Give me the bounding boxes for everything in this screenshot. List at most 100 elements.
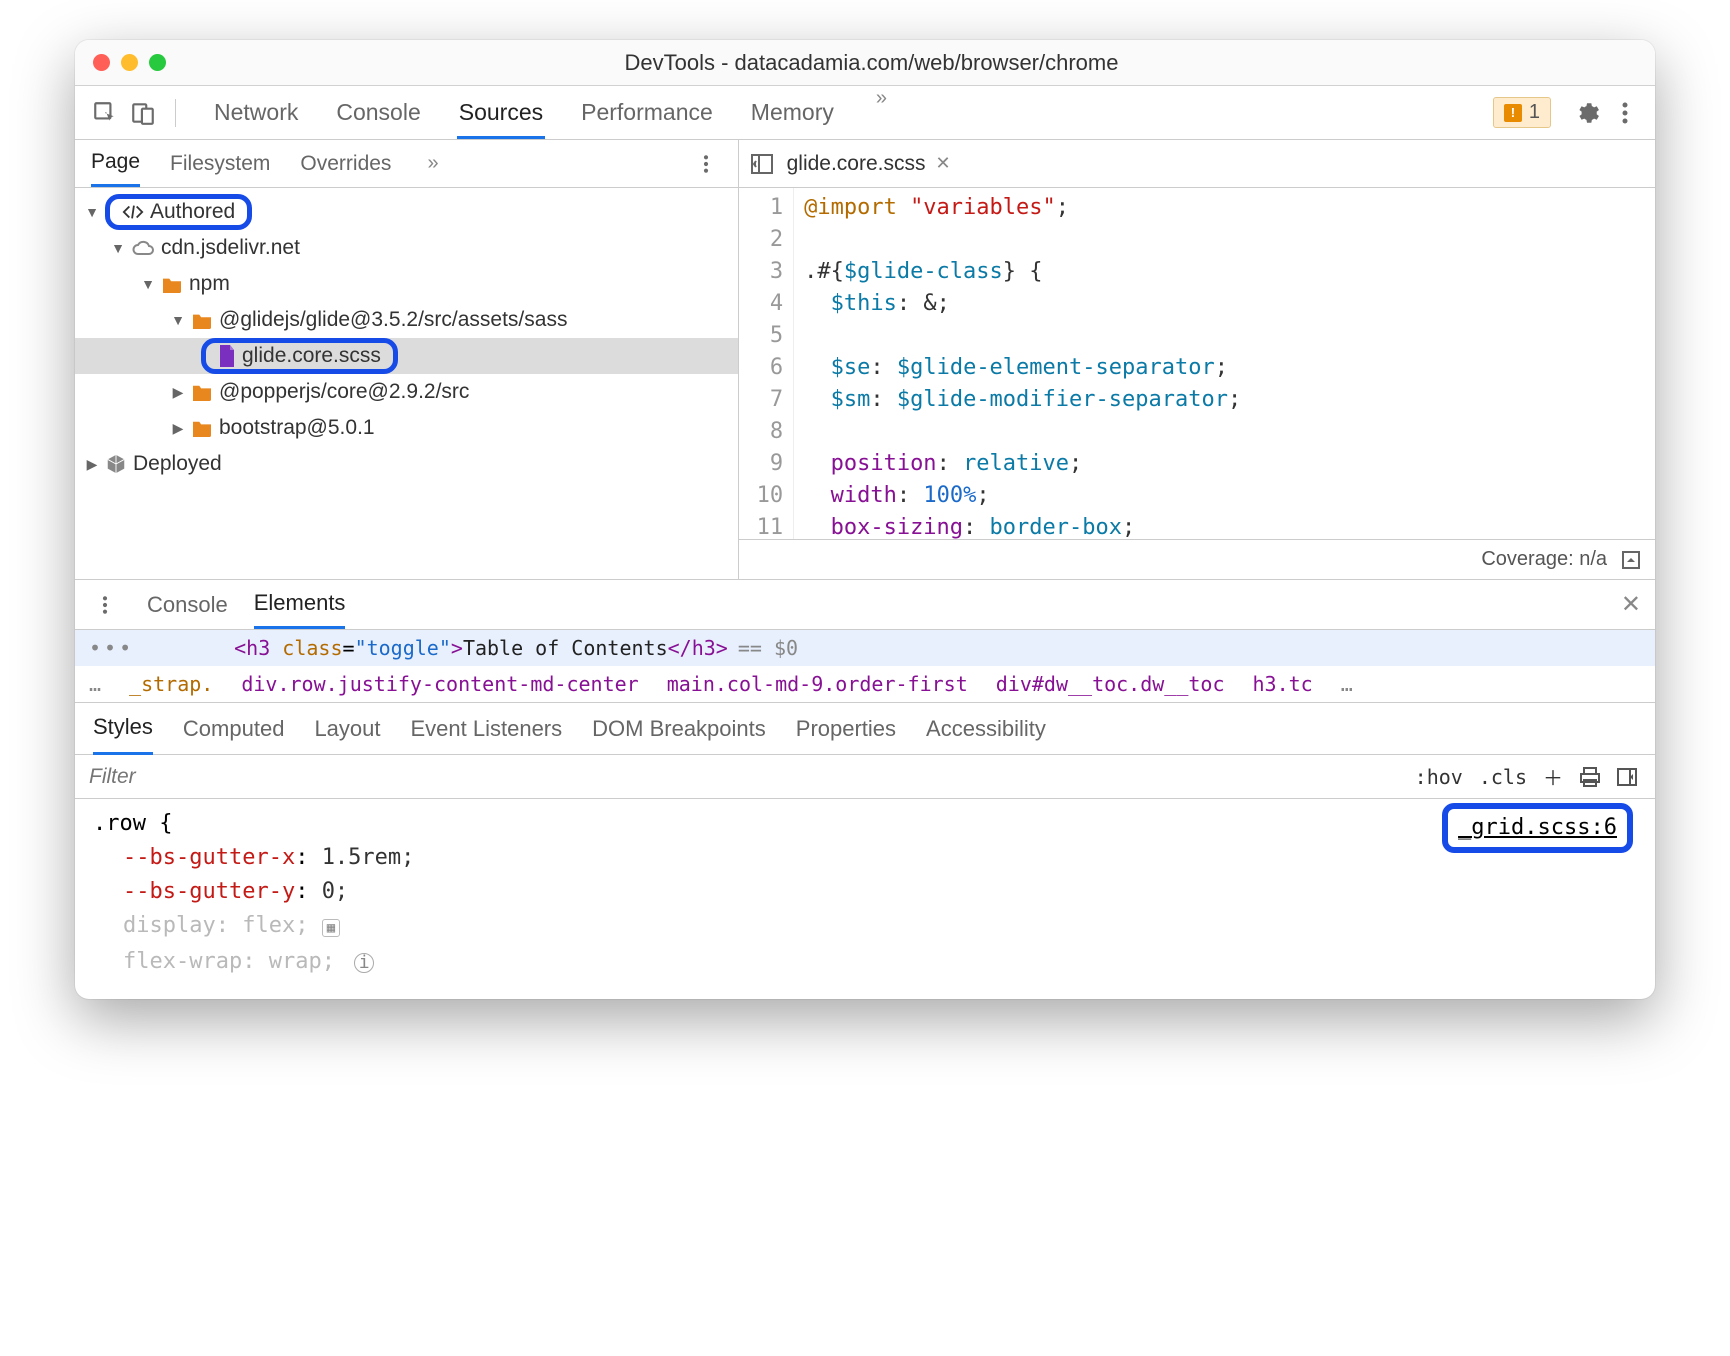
editor-tab[interactable]: glide.core.scss ✕ — [787, 152, 951, 176]
chevron-down-icon: ▼ — [141, 276, 155, 292]
highlight-ring: _grid.scss:6 — [1442, 803, 1633, 853]
code-body: @import "variables"; .#{$glide-class} { … — [794, 188, 1241, 539]
tree-label: glide.core.scss — [242, 344, 381, 368]
tab-properties[interactable]: Properties — [796, 704, 896, 754]
navigator-menu-icon[interactable] — [690, 148, 722, 180]
styles-filter-row: :hov .cls ＋ — [75, 755, 1655, 799]
cls-toggle[interactable]: .cls — [1475, 765, 1531, 789]
tree-label: bootstrap@5.0.1 — [219, 416, 375, 440]
main-toolbar: Network Console Sources Performance Memo… — [75, 86, 1655, 140]
expand-icon[interactable] — [1621, 550, 1641, 570]
kebab-menu-icon[interactable] — [1609, 97, 1641, 129]
coverage-label: Coverage: n/a — [1481, 548, 1607, 571]
minimize-window-icon[interactable] — [121, 54, 138, 71]
tree-cdn[interactable]: ▼ cdn.jsdelivr.net — [75, 230, 738, 266]
breadcrumb[interactable]: … _strap. div.row.justify-content-md-cen… — [75, 666, 1655, 703]
tab-network[interactable]: Network — [212, 87, 300, 138]
editor-tab-label: glide.core.scss — [787, 152, 926, 176]
crumb[interactable]: div.row.justify-content-md-center — [241, 672, 638, 696]
drawer-tab-console[interactable]: Console — [147, 582, 228, 628]
tab-styles[interactable]: Styles — [93, 702, 153, 755]
info-icon[interactable]: i — [354, 953, 374, 973]
styles-body[interactable]: _grid.scss:6 .row { --bs-gutter-x: 1.5re… — [75, 799, 1655, 999]
main-tabs: Network Console Sources Performance Memo… — [212, 87, 887, 138]
styles-filter-input[interactable] — [89, 765, 1403, 789]
tab-sources[interactable]: Sources — [457, 87, 545, 138]
close-tab-icon[interactable]: ✕ — [935, 153, 950, 174]
chevron-right-icon: ▶ — [171, 420, 185, 437]
tree-popper[interactable]: ▶ @popperjs/core@2.9.2/src — [75, 374, 738, 410]
crumb[interactable]: h3.tc — [1253, 672, 1313, 696]
more-tabs-icon[interactable]: » — [876, 87, 887, 138]
device-toggle-icon[interactable] — [127, 97, 159, 129]
tab-console[interactable]: Console — [334, 87, 422, 138]
folder-icon — [191, 419, 213, 437]
tree-npm[interactable]: ▼ npm — [75, 266, 738, 302]
flex-badge-icon[interactable]: ▦ — [322, 919, 340, 937]
file-tree[interactable]: ▼ Authored ▼ cdn.jsdelivr.net ▼ npm — [75, 188, 738, 579]
tree-authored[interactable]: ▼ Authored — [75, 194, 738, 230]
source-link[interactable]: _grid.scss:6 — [1442, 803, 1633, 853]
sources-split: Page Filesystem Overrides » ▼ Authored ▼ — [75, 140, 1655, 580]
tab-filesystem[interactable]: Filesystem — [170, 142, 270, 186]
print-icon[interactable] — [1575, 767, 1605, 787]
toggle-navigator-icon[interactable] — [751, 154, 773, 174]
tree-label: npm — [189, 272, 230, 296]
tab-overrides[interactable]: Overrides — [300, 142, 391, 186]
style-tabs: Styles Computed Layout Event Listeners D… — [75, 703, 1655, 755]
tree-glide-path[interactable]: ▼ @glidejs/glide@3.5.2/src/assets/sass — [75, 302, 738, 338]
drawer-tab-elements[interactable]: Elements — [254, 580, 346, 629]
window-title: DevTools - datacadamia.com/web/browser/c… — [166, 50, 1577, 76]
tab-layout[interactable]: Layout — [314, 704, 380, 754]
drawer-menu-icon[interactable] — [89, 589, 121, 621]
tree-label: @popperjs/core@2.9.2/src — [219, 380, 469, 404]
maximize-window-icon[interactable] — [149, 54, 166, 71]
cube-icon — [105, 453, 127, 475]
tab-dom-breakpoints[interactable]: DOM Breakpoints — [592, 704, 766, 754]
new-rule-icon[interactable]: ＋ — [1539, 762, 1567, 791]
tree-glide-file[interactable]: glide.core.scss — [75, 338, 738, 374]
code-editor[interactable]: 1234567891011 @import "variables"; .#{$g… — [739, 188, 1655, 539]
warning-icon: ! — [1504, 104, 1522, 122]
editor-tabs: glide.core.scss ✕ — [739, 140, 1655, 188]
navigator-tabs: Page Filesystem Overrides » — [75, 140, 738, 188]
highlight-ring: glide.core.scss — [201, 338, 398, 374]
tab-page[interactable]: Page — [91, 140, 140, 187]
crumb[interactable]: main.col-md-9.order-first — [667, 672, 968, 696]
dom-selected-node[interactable]: ••• <h3 class="toggle">Table of Contents… — [75, 630, 1655, 666]
more-navigator-tabs-icon[interactable]: » — [427, 152, 438, 175]
chevron-right-icon: ▶ — [171, 384, 185, 401]
divider — [175, 99, 176, 127]
tab-accessibility[interactable]: Accessibility — [926, 704, 1046, 754]
code-icon — [122, 203, 144, 221]
folder-icon — [191, 383, 213, 401]
crumb[interactable]: div#dw__toc.dw__toc — [996, 672, 1225, 696]
hov-toggle[interactable]: :hov — [1411, 765, 1467, 789]
devtools-window: DevTools - datacadamia.com/web/browser/c… — [75, 40, 1655, 999]
inspect-icon[interactable] — [89, 97, 121, 129]
issues-count: 1 — [1529, 101, 1540, 124]
tab-memory[interactable]: Memory — [749, 87, 836, 138]
close-drawer-icon[interactable]: ✕ — [1621, 590, 1641, 619]
file-icon — [218, 345, 236, 367]
navigator-pane: Page Filesystem Overrides » ▼ Authored ▼ — [75, 140, 739, 579]
chevron-down-icon: ▼ — [111, 240, 125, 256]
highlight-ring: Authored — [105, 194, 252, 230]
cloud-icon — [131, 239, 155, 257]
tab-performance[interactable]: Performance — [579, 87, 715, 138]
folder-open-icon — [191, 311, 213, 329]
issues-badge[interactable]: ! 1 — [1493, 97, 1551, 128]
tree-deployed[interactable]: ▶ Deployed — [75, 446, 738, 482]
tree-bootstrap[interactable]: ▶ bootstrap@5.0.1 — [75, 410, 738, 446]
tree-label: Deployed — [133, 452, 222, 476]
titlebar: DevTools - datacadamia.com/web/browser/c… — [75, 40, 1655, 86]
crumb[interactable]: _strap. — [129, 672, 213, 696]
settings-icon[interactable] — [1571, 97, 1603, 129]
dom-text: Table of Contents — [463, 636, 668, 660]
tab-event-listeners[interactable]: Event Listeners — [411, 704, 563, 754]
tab-computed[interactable]: Computed — [183, 704, 285, 754]
tree-label: Authored — [150, 200, 235, 224]
toggle-sidebar-icon[interactable] — [1613, 768, 1641, 786]
tree-label: cdn.jsdelivr.net — [161, 236, 300, 260]
close-window-icon[interactable] — [93, 54, 110, 71]
